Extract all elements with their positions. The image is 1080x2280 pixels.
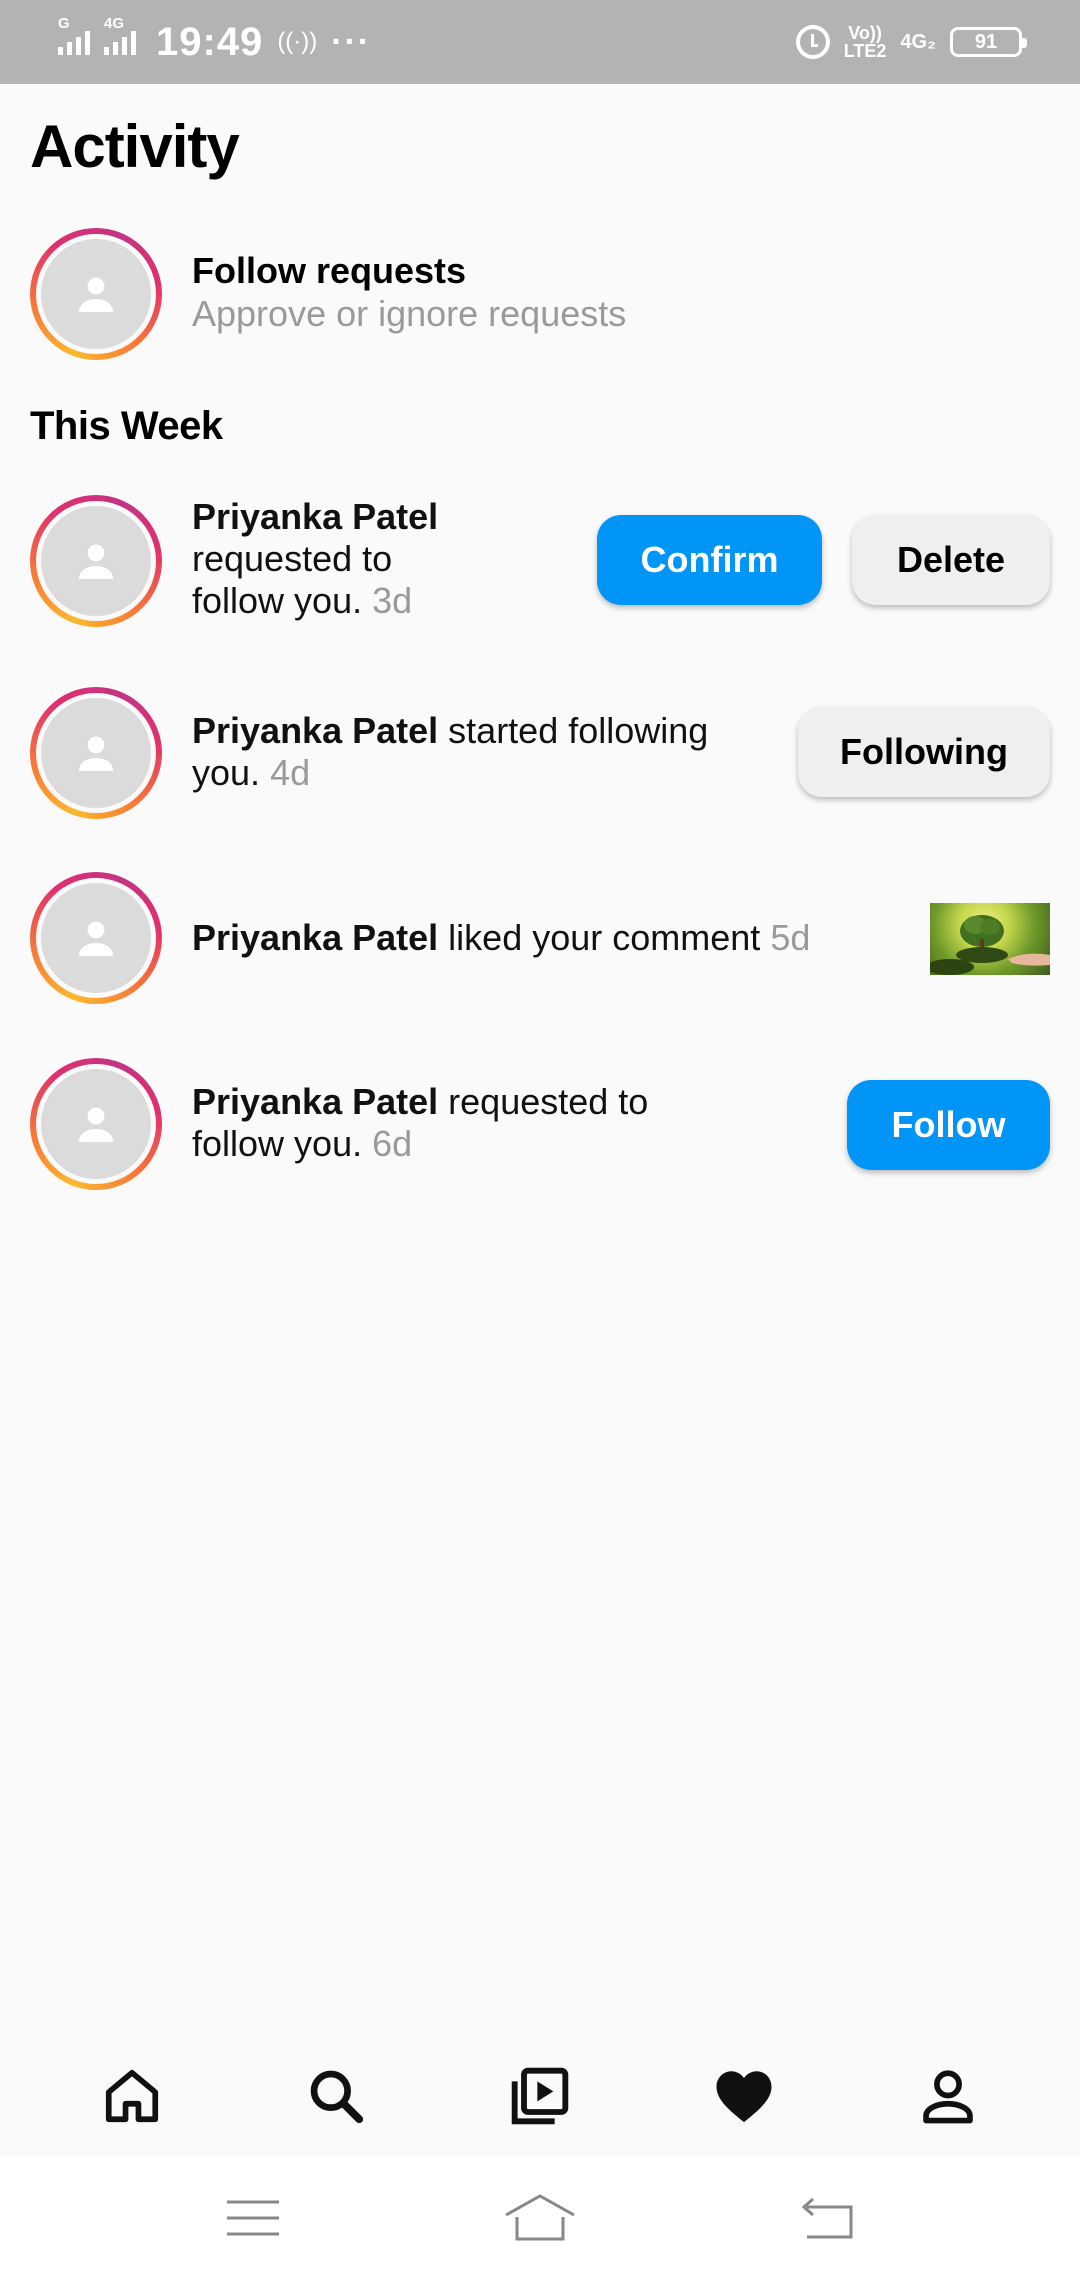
- signal-2-icon: 4G: [104, 15, 136, 55]
- volte-line-1: Vo)): [848, 23, 882, 43]
- section-title-this-week: This Week: [30, 404, 223, 448]
- avatar[interactable]: [30, 1058, 162, 1190]
- network-2-label: 4G: [104, 15, 125, 32]
- alarm-icon: [795, 25, 830, 59]
- volte-icon: Vo)) LTE2: [844, 24, 887, 60]
- time-ago: 4d: [270, 752, 311, 793]
- notification-message: follow you.: [192, 580, 363, 621]
- person-icon: [79, 544, 113, 579]
- page-title: Activity: [30, 113, 240, 180]
- search-icon: [310, 2070, 364, 2124]
- notification-message: requested to: [448, 1081, 649, 1122]
- notification-message: you.: [192, 752, 261, 793]
- nav-profile[interactable]: [903, 2051, 993, 2141]
- tree-in-hands-image: [930, 915, 1050, 975]
- username[interactable]: Priyanka Patel: [192, 917, 438, 958]
- battery-level: 91: [974, 30, 998, 53]
- notification-text: Priyanka Patel requested to follow you. …: [192, 496, 438, 622]
- follow-requests-avatar[interactable]: [30, 228, 162, 360]
- person-icon: [79, 1107, 113, 1142]
- battery-icon: 91: [950, 27, 1027, 57]
- hotspot-icon: ((·)): [277, 28, 318, 55]
- notification-message: requested to: [192, 538, 393, 579]
- time-ago: 3d: [372, 580, 413, 621]
- delete-button[interactable]: Delete: [852, 515, 1050, 605]
- avatar[interactable]: [30, 495, 162, 627]
- username[interactable]: Priyanka Patel: [192, 496, 438, 537]
- follow-requests-title: Follow requests: [192, 250, 467, 291]
- person-icon: [79, 277, 113, 312]
- post-thumbnail[interactable]: [930, 903, 1050, 975]
- reels-icon: [511, 2067, 569, 2125]
- profile-icon: [923, 2070, 973, 2124]
- system-menu-button[interactable]: [213, 2178, 293, 2258]
- nav-activity[interactable]: [699, 2051, 789, 2141]
- follow-button[interactable]: Follow: [847, 1080, 1050, 1170]
- notification-text: Priyanka Patel started following you. 4d: [192, 710, 752, 794]
- notification-text: Priyanka Patel liked your comment 5d: [192, 917, 810, 959]
- avatar[interactable]: [30, 872, 162, 1004]
- notification-text: Priyanka Patel requested to follow you. …: [192, 1081, 752, 1165]
- system-back-button[interactable]: [787, 2178, 867, 2258]
- home-outline-icon: [505, 2194, 575, 2241]
- notification-message: liked your comment: [448, 917, 761, 958]
- volte-line-2: LTE2: [843, 41, 887, 61]
- status-bar: G 4G 19:49 ((·)) ··· Vo)) LTE2 4G₂ 91: [0, 0, 1080, 84]
- notification-message: started following: [448, 710, 709, 751]
- time-ago: 5d: [770, 917, 811, 958]
- confirm-button[interactable]: Confirm: [597, 515, 822, 605]
- avatar[interactable]: [30, 687, 162, 819]
- menu-icon: [227, 2200, 280, 2236]
- network-type-icon: 4G₂: [900, 31, 936, 53]
- more-notifications-icon: ···: [331, 22, 372, 61]
- person-icon: [79, 921, 113, 956]
- time-ago: 6d: [372, 1123, 413, 1164]
- network-1-label: G: [58, 15, 70, 32]
- username[interactable]: Priyanka Patel: [192, 710, 438, 751]
- nav-search[interactable]: [291, 2051, 381, 2141]
- person-icon: [79, 736, 113, 771]
- follow-requests-subtitle: Approve or ignore requests: [192, 293, 627, 334]
- back-icon: [801, 2197, 853, 2239]
- nav-home[interactable]: [87, 2051, 177, 2141]
- system-nav: [0, 2156, 1080, 2280]
- signal-1-icon: G: [58, 15, 90, 55]
- username[interactable]: Priyanka Patel: [192, 1081, 438, 1122]
- status-time: 19:49: [156, 19, 264, 64]
- home-icon: [105, 2069, 159, 2123]
- nav-reels[interactable]: [495, 2051, 585, 2141]
- bottom-nav: [0, 2036, 1080, 2156]
- status-bar-left: G 4G 19:49 ((·)) ···: [58, 15, 372, 65]
- heart-icon: [716, 2071, 772, 2123]
- status-bar-right: Vo)) LTE2 4G₂ 91: [795, 24, 1027, 60]
- notification-message: follow you.: [192, 1123, 363, 1164]
- following-button[interactable]: Following: [798, 707, 1050, 797]
- system-home-button[interactable]: [500, 2178, 580, 2258]
